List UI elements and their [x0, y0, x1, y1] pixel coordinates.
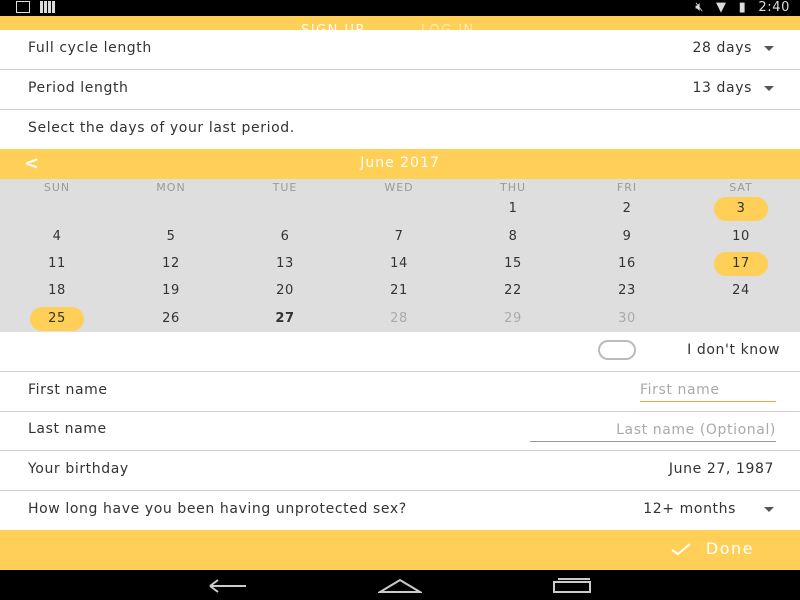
- calendar-header: < June 2017: [0, 149, 800, 179]
- calendar-day[interactable]: 12: [114, 252, 228, 276]
- calendar-day[interactable]: 19: [114, 279, 228, 303]
- download-icon: [16, 1, 30, 13]
- unprotected-text: 12+ months: [643, 501, 736, 517]
- dropdown-arrow-icon: [764, 45, 774, 51]
- unprotected-value[interactable]: 12+ months: [643, 501, 774, 517]
- first-name-row: First name: [0, 372, 800, 412]
- calendar-day[interactable]: 3: [684, 197, 798, 221]
- calendar-day[interactable]: 4: [0, 225, 114, 249]
- home-icon[interactable]: [378, 576, 422, 594]
- footer-bar: Done: [0, 530, 800, 570]
- last-name-row: Last name: [0, 412, 800, 451]
- calendar-day[interactable]: 2: [570, 197, 684, 221]
- last-name-input-wrap: [530, 420, 776, 442]
- birthday-row[interactable]: Your birthday June 27, 1987: [0, 451, 800, 491]
- calendar-day[interactable]: 14: [342, 252, 456, 276]
- dropdown-arrow-icon: [764, 85, 774, 91]
- check-icon: [671, 542, 691, 555]
- calendar-day[interactable]: 20: [228, 279, 342, 303]
- period-length-row[interactable]: Period length 13 days: [0, 70, 800, 110]
- weekday-thu: THU: [499, 181, 527, 194]
- calendar-day[interactable]: 21: [342, 279, 456, 303]
- dont-know-label: I don't know: [687, 342, 780, 358]
- weekday-sat: SAT: [729, 181, 753, 194]
- calendar-day[interactable]: 13: [228, 252, 342, 276]
- calendar-day: 28: [390, 311, 408, 326]
- last-name-input[interactable]: [530, 420, 776, 440]
- calendar-day[interactable]: 16: [570, 252, 684, 276]
- calendar-day[interactable]: 24: [684, 279, 798, 303]
- calendar-grid: SUN MON TUE WED THU FRI SAT 1 2 3 4 5 6 7 8 9 10 11 12 13 14…: [0, 179, 800, 332]
- calendar-day[interactable]: 11: [0, 252, 114, 276]
- first-name-label: First name: [28, 382, 108, 398]
- period-length-label: Period length: [28, 80, 129, 96]
- nav-bar: [0, 570, 800, 600]
- selected-day-bubble: 17: [714, 252, 768, 276]
- instruction-text: Select the days of your last period.: [28, 120, 295, 136]
- wifi-icon: ▼: [716, 0, 727, 15]
- period-length-text: 13 days: [692, 80, 752, 96]
- cycle-length-label: Full cycle length: [28, 40, 152, 56]
- cycle-length-value[interactable]: 28 days: [692, 40, 774, 56]
- cycle-length-row[interactable]: Full cycle length 28 days: [0, 30, 800, 70]
- instruction-row: Select the days of your last period.: [0, 110, 800, 149]
- dont-know-toggle[interactable]: [598, 340, 636, 360]
- selected-day-bubble: 3: [714, 197, 768, 221]
- unprotected-label: How long have you been having unprotecte…: [28, 501, 407, 517]
- battery-icon: ▮: [738, 0, 747, 15]
- weekday-fri: FRI: [616, 181, 638, 194]
- done-button[interactable]: Done: [670, 539, 754, 558]
- calendar-day[interactable]: 23: [570, 279, 684, 303]
- clock: 2:40: [758, 0, 790, 15]
- first-name-input[interactable]: [640, 380, 776, 400]
- calendar-day: 29: [504, 311, 522, 326]
- period-length-value[interactable]: 13 days: [692, 80, 774, 96]
- calendar-day[interactable]: 7: [342, 225, 456, 249]
- weekday-tue: TUE: [272, 181, 298, 194]
- calendar-day[interactable]: 18: [0, 279, 114, 303]
- recents-icon[interactable]: [550, 576, 594, 594]
- calendar-day[interactable]: 5: [114, 225, 228, 249]
- calendar-day[interactable]: 17: [684, 252, 798, 276]
- calendar-day[interactable]: 22: [456, 279, 570, 303]
- last-name-label: Last name: [28, 421, 107, 437]
- calendar-day[interactable]: 6: [228, 225, 342, 249]
- weekday-sun: SUN: [43, 181, 71, 194]
- dont-know-row[interactable]: I don't know: [0, 332, 800, 372]
- calendar-day[interactable]: 25: [0, 307, 114, 331]
- unprotected-row[interactable]: How long have you been having unprotecte…: [0, 491, 800, 530]
- bars-icon: [40, 1, 55, 13]
- calendar-day[interactable]: 9: [570, 225, 684, 249]
- done-label: Done: [705, 539, 754, 558]
- calendar-day: 30: [618, 311, 636, 326]
- calendar-day[interactable]: 1: [456, 197, 570, 221]
- calendar-day[interactable]: 10: [684, 225, 798, 249]
- calendar-month-title: June 2017: [360, 155, 440, 171]
- status-bar: 🔇︎ ▼ ▮ 2:40: [0, 0, 800, 16]
- calendar-day[interactable]: 8: [456, 225, 570, 249]
- cycle-length-text: 28 days: [692, 40, 752, 56]
- calendar-day[interactable]: 26: [114, 307, 228, 331]
- birthday-label: Your birthday: [28, 461, 129, 477]
- first-name-input-wrap: [640, 380, 776, 402]
- weekday-wed: WED: [384, 181, 414, 194]
- birthday-value[interactable]: June 27, 1987: [669, 461, 774, 477]
- calendar-day[interactable]: 27: [228, 307, 342, 331]
- back-icon[interactable]: [206, 576, 250, 594]
- selected-day-bubble: 25: [30, 307, 84, 331]
- calendar-day[interactable]: 15: [456, 252, 570, 276]
- mute-icon: 🔇︎: [695, 0, 705, 15]
- weekday-mon: MON: [156, 181, 186, 194]
- dropdown-arrow-icon: [764, 506, 774, 512]
